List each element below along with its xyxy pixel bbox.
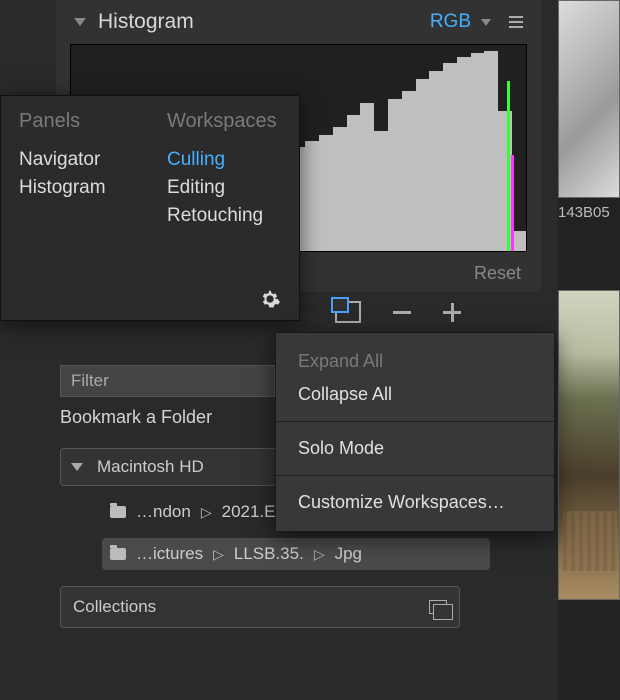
folder-path-2[interactable]: …ictures ▷ LLSB.35. ▷ Jpg — [102, 538, 490, 570]
histogram-bar — [512, 231, 526, 251]
folder-icon — [110, 506, 126, 518]
context-menu-separator — [276, 475, 554, 476]
thumbnail-1[interactable] — [558, 0, 620, 198]
histogram-clip-magenta — [511, 155, 514, 251]
workspace-item-culling[interactable]: Culling — [167, 149, 225, 171]
collapse-icon[interactable] — [393, 311, 411, 314]
histogram-bar — [333, 127, 347, 251]
breadcrumb-sep-icon: ▷ — [213, 546, 224, 563]
histogram-bar — [402, 91, 416, 251]
drive-name: Macintosh HD — [97, 457, 204, 477]
histogram-bar — [484, 51, 498, 251]
compare-window-icon[interactable] — [335, 301, 361, 323]
folder-icon — [110, 548, 126, 560]
context-menu: Expand AllCollapse All Solo Mode Customize… — [275, 332, 555, 532]
histogram-bar — [471, 53, 485, 251]
thumbnail-1-label: 143B05 — [558, 204, 610, 221]
histogram-title: Histogram — [98, 10, 430, 34]
thumbnail-2[interactable] — [558, 290, 620, 600]
chevron-down-icon[interactable] — [481, 19, 491, 26]
collections-label: Collections — [73, 597, 156, 617]
popover-header-workspaces: Workspaces — [167, 110, 277, 133]
folder-path-2-seg-b: LLSB.35. — [234, 544, 304, 564]
context-menu-separator — [276, 421, 554, 422]
breadcrumb-sep-icon: ▷ — [201, 504, 212, 521]
context-menu-item[interactable]: Customize Workspaces… — [276, 486, 554, 519]
gear-icon[interactable] — [259, 288, 281, 310]
histogram-options-icon[interactable] — [509, 16, 523, 28]
histogram-bar — [429, 71, 443, 251]
context-menu-item[interactable]: Solo Mode — [276, 432, 554, 465]
panels-workspaces-popover: Panels Workspaces Navigator Culling Hist… — [0, 95, 300, 321]
collections-row[interactable]: Collections — [60, 586, 460, 628]
popover-header-panels: Panels — [19, 110, 167, 133]
histogram-bar — [388, 99, 402, 251]
breadcrumb-sep-icon: ▷ — [314, 546, 325, 563]
histogram-bar — [319, 135, 333, 251]
workspace-item-editing[interactable]: Editing — [167, 177, 225, 199]
chevron-down-icon — [71, 463, 83, 471]
histogram-bar — [416, 79, 430, 251]
folder-path-2-seg-a: …ictures — [136, 544, 203, 564]
histogram-bar — [443, 63, 457, 251]
folder-path-2-seg-c: Jpg — [335, 544, 362, 564]
expand-icon[interactable] — [443, 311, 461, 314]
histogram-reset-button[interactable]: Reset — [474, 263, 521, 284]
panel-item-navigator[interactable]: Navigator — [19, 149, 167, 171]
histogram-bar — [374, 131, 388, 251]
histogram-bar — [305, 141, 319, 251]
histogram-bar — [360, 103, 374, 251]
context-menu-item[interactable]: Collapse All — [276, 378, 554, 411]
histogram-mode-dropdown[interactable]: RGB — [430, 11, 471, 33]
folder-path-1-seg-a: …ndon — [136, 502, 191, 522]
collections-stack-icon — [429, 600, 447, 614]
histogram-clip-green — [507, 81, 510, 251]
workspace-item-retouching[interactable]: Retouching — [167, 205, 263, 227]
histogram-disclosure-icon[interactable] — [74, 18, 86, 26]
panel-item-histogram[interactable]: Histogram — [19, 177, 167, 199]
filter-placeholder: Filter — [71, 371, 109, 391]
histogram-bar — [457, 57, 471, 251]
histogram-bar — [347, 115, 361, 251]
folder-filter-input[interactable]: Filter — [60, 365, 275, 397]
context-menu-item: Expand All — [276, 345, 554, 378]
